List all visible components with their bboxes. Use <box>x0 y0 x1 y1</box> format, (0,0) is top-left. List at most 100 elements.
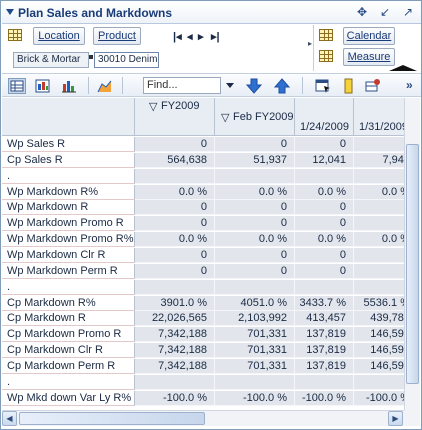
table-cell[interactable] <box>295 375 354 390</box>
table-cell[interactable]: 0 <box>295 216 354 231</box>
scroll-right-icon[interactable]: ▸ <box>308 39 312 48</box>
vertical-scroll-thumb[interactable] <box>406 144 419 384</box>
product-button[interactable]: Product <box>93 27 141 45</box>
table-cell[interactable]: 0 <box>215 200 295 215</box>
horizontal-scroll-thumb[interactable] <box>19 412 205 425</box>
table-cell[interactable]: 564,638 <box>135 153 215 168</box>
table-cell[interactable] <box>135 375 215 390</box>
table-cell[interactable]: 0 <box>135 248 215 263</box>
measure-button[interactable]: Measure <box>343 48 395 66</box>
row-header[interactable]: . <box>2 169 135 184</box>
table-cell[interactable] <box>215 280 295 295</box>
row-header[interactable]: Cp Markdown Promo R <box>2 327 135 342</box>
table-cell[interactable]: 7,342,188 <box>135 359 215 374</box>
table-cell[interactable]: 701,331 <box>215 343 295 358</box>
row-header[interactable]: Wp Markdown Clr R <box>2 248 135 263</box>
area-chart-icon[interactable] <box>96 78 114 94</box>
table-cell[interactable]: 0.0 % <box>295 232 354 247</box>
table-cell[interactable]: 137,819 <box>295 359 354 374</box>
row-header[interactable]: Wp Mkd down Var Ly R% <box>2 391 135 406</box>
row-header[interactable]: Cp Markdown Clr R <box>2 343 135 358</box>
table-cell[interactable]: 2,103,992 <box>215 311 295 326</box>
dropdown-icon[interactable] <box>226 83 234 88</box>
dimension-grid-icon[interactable] <box>8 29 22 41</box>
table-cell[interactable] <box>215 169 295 184</box>
table-cell[interactable]: 0 <box>135 216 215 231</box>
table-cell[interactable]: 0 <box>215 264 295 279</box>
row-header[interactable]: Wp Sales R <box>2 137 135 152</box>
first-icon[interactable]: |◂ <box>173 30 182 43</box>
row-header[interactable]: . <box>2 375 135 390</box>
table-cell[interactable]: 51,937 <box>215 153 295 168</box>
table-cell[interactable]: 0.0 % <box>215 185 295 200</box>
column-header-week-1[interactable]: 1/24/2009 <box>295 98 354 136</box>
calendar-grid-icon[interactable] <box>319 29 333 41</box>
row-header[interactable]: Cp Markdown R% <box>2 296 135 311</box>
column-header-fy2009[interactable]: ▽ FY2009 <box>135 98 215 136</box>
row-header[interactable]: Cp Markdown R <box>2 311 135 326</box>
table-cell[interactable]: 4051.0 % <box>215 296 295 311</box>
table-cell[interactable]: -100.0 % <box>295 391 354 406</box>
table-cell[interactable]: 0 <box>135 200 215 215</box>
row-header[interactable]: Wp Markdown R% <box>2 185 135 200</box>
row-header[interactable]: Wp Markdown R <box>2 200 135 215</box>
row-header[interactable]: Wp Markdown Perm R <box>2 264 135 279</box>
table-cell[interactable]: 137,819 <box>295 327 354 342</box>
row-header[interactable]: Wp Markdown Promo R <box>2 216 135 231</box>
table-cell[interactable]: 0 <box>215 137 295 152</box>
table-cell[interactable] <box>215 375 295 390</box>
table-cell[interactable]: 0.0 % <box>215 232 295 247</box>
next-icon[interactable]: ▸ <box>198 30 204 43</box>
collapse-column-icon[interactable]: ▽ <box>149 100 157 113</box>
collapse-icon[interactable] <box>6 9 14 15</box>
row-header[interactable]: Cp Sales R <box>2 153 135 168</box>
table-cell[interactable]: 0.0 % <box>135 232 215 247</box>
table-cell[interactable]: 0.0 % <box>295 185 354 200</box>
product-chip[interactable]: 30010 Denim <box>94 52 159 68</box>
table-cell[interactable]: 701,331 <box>215 327 295 342</box>
last-icon[interactable]: ▸| <box>211 30 220 43</box>
column-header-feb-fy2009[interactable]: ▽ Feb FY2009 <box>215 98 295 136</box>
table-cell[interactable]: 3901.0 % <box>135 296 215 311</box>
table-cell[interactable]: 22,026,565 <box>135 311 215 326</box>
table-cell[interactable]: 0 <box>295 264 354 279</box>
find-input[interactable]: Find... <box>143 77 221 94</box>
table-cell[interactable]: 0 <box>295 200 354 215</box>
bar-chart-icon[interactable] <box>60 78 78 94</box>
table-cell[interactable]: 701,331 <box>215 359 295 374</box>
location-button[interactable]: Location <box>33 27 85 45</box>
table-cell[interactable]: 0 <box>295 248 354 263</box>
table-cell[interactable] <box>295 280 354 295</box>
table-cell[interactable]: 7,342,188 <box>135 343 215 358</box>
table-cell[interactable]: 413,457 <box>295 311 354 326</box>
arrow-down-icon[interactable] <box>245 78 263 94</box>
table-cell[interactable]: 0 <box>135 264 215 279</box>
arrow-up-icon[interactable] <box>273 78 291 94</box>
scroll-right-icon[interactable]: ▶ <box>388 411 403 426</box>
table-cell[interactable]: -100.0 % <box>215 391 295 406</box>
settings-icon[interactable] <box>364 78 382 94</box>
row-header[interactable]: Wp Markdown Promo R% <box>2 232 135 247</box>
table-cell[interactable]: 0 <box>295 137 354 152</box>
horizontal-scrollbar[interactable]: ◀ ▶ <box>2 410 404 426</box>
vertical-scrollbar[interactable] <box>404 98 420 410</box>
grid-view-icon[interactable] <box>8 78 26 94</box>
collapse-column-icon[interactable]: ▽ <box>221 111 229 124</box>
table-cell[interactable] <box>295 169 354 184</box>
move-icon[interactable]: ✥ <box>355 5 369 19</box>
more-icon[interactable]: » <box>406 78 413 92</box>
table-cell[interactable]: 12,041 <box>295 153 354 168</box>
highlight-icon[interactable] <box>340 78 358 94</box>
table-cell[interactable]: 3433.7 % <box>295 296 354 311</box>
scroll-left-icon[interactable]: ◀ <box>2 411 17 426</box>
table-cell[interactable] <box>135 280 215 295</box>
calendar-button[interactable]: Calendar <box>343 27 395 45</box>
excel-icon[interactable] <box>34 78 52 94</box>
table-cell[interactable]: 0 <box>135 137 215 152</box>
row-header[interactable]: Cp Markdown Perm R <box>2 359 135 374</box>
location-chip[interactable]: Brick & Mortar <box>13 52 89 68</box>
table-cell[interactable]: 137,819 <box>295 343 354 358</box>
table-cell[interactable]: -100.0 % <box>135 391 215 406</box>
table-cell[interactable]: 7,342,188 <box>135 327 215 342</box>
table-cell[interactable] <box>135 169 215 184</box>
